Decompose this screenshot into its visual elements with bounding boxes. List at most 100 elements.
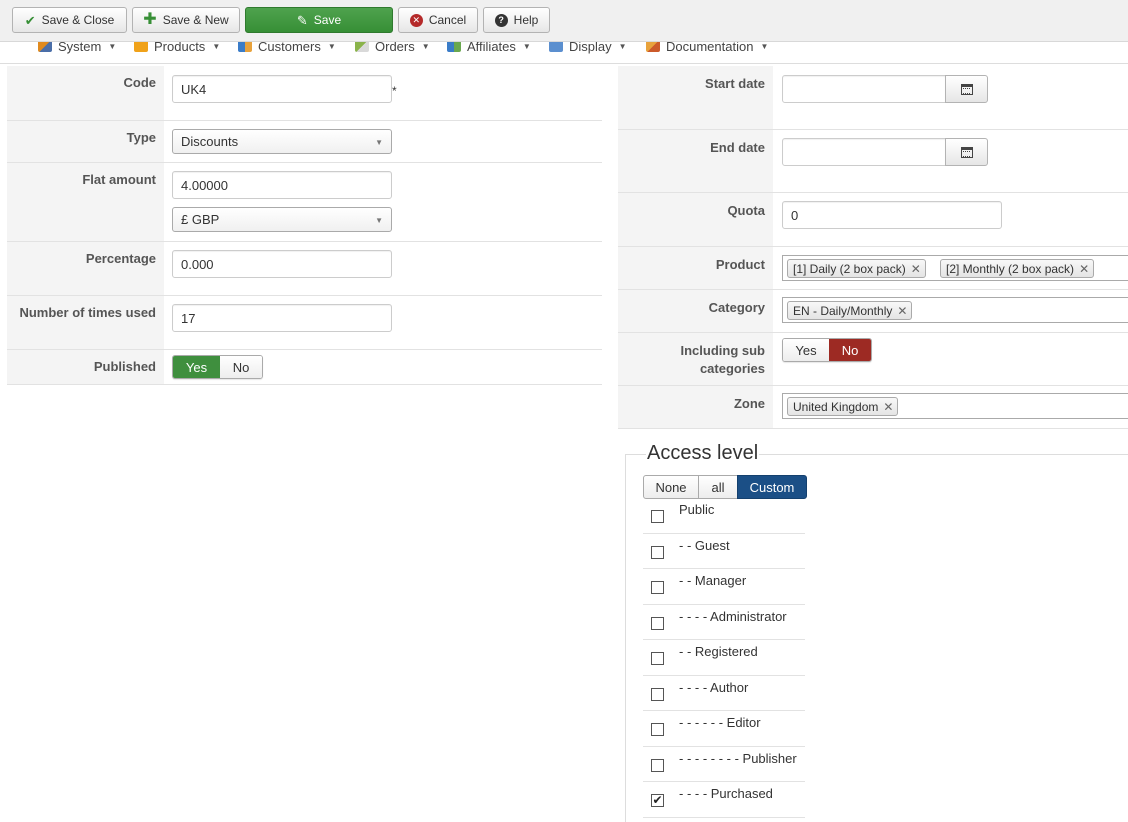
category-multiselect[interactable]: EN - Daily/Monthly ✕ [782,297,1128,323]
start-date-calendar-button[interactable] [945,75,988,103]
access-label: - - - - - - - - Publisher [679,750,797,766]
menu-products[interactable]: Products ▼ [134,42,220,56]
edit-icon: ✎ [296,12,308,28]
flat-amount-row: Flat amount 4.00000 £ GBP ▼ [7,163,602,242]
access-checkbox-guest[interactable] [651,545,664,559]
menu-affiliates[interactable]: Affiliates ▼ [447,42,531,56]
display-icon [549,42,563,52]
percentage-row: Percentage 0.000 [7,242,602,296]
menu-system[interactable]: System ▼ [38,42,116,56]
fieldset-border-left [625,454,626,822]
access-checkbox-registered[interactable] [651,652,664,665]
menu-customers[interactable]: Customers ▼ [238,42,336,56]
including-sub-label: Including sub categories [618,333,773,385]
flat-amount-input[interactable]: 4.00000 [172,171,392,199]
menu-customers-label: Customers [258,42,321,54]
end-date-input[interactable] [782,138,946,166]
remove-icon[interactable]: ✕ [911,262,921,276]
type-row: Type Discounts ▼ [7,121,602,163]
help-label: Help [513,13,539,27]
menu-display[interactable]: Display ▼ [549,42,627,56]
product-chip-label: [1] Daily (2 box pack) [793,261,906,276]
currency-select[interactable]: £ GBP ▼ [172,207,392,232]
users-icon [238,42,252,52]
required-mark: * [392,84,397,98]
menu-documentation-label: Documentation [666,42,754,54]
access-none-button[interactable]: None [643,475,699,499]
access-all-button[interactable]: all [698,475,738,499]
zone-label: Zone [618,386,773,428]
including-sub-yes-button[interactable]: Yes [783,339,829,361]
code-value: UK4 [181,81,207,97]
access-row-registered: - - Registered [643,640,805,676]
save-new-button[interactable]: ✚ Save & New [132,7,240,33]
category-label: Category [618,290,773,332]
start-date-input[interactable] [782,75,946,103]
access-label: Public [679,502,715,517]
access-row-author: - - - - Author [643,676,805,711]
product-label: Product [618,247,773,289]
caret-icon: ▼ [421,42,430,51]
remove-icon[interactable]: ✕ [1079,262,1089,276]
access-row-administrator: - - - - Administrator [643,605,805,640]
access-checkbox-administrator[interactable] [651,616,664,630]
menu-orders[interactable]: Orders ▼ [355,42,430,56]
plus-icon: ✚ [143,11,157,28]
type-select[interactable]: Discounts ▼ [172,129,392,154]
times-used-input[interactable]: 17 [172,304,392,332]
documentation-icon [646,42,660,52]
access-checkbox-author[interactable] [651,687,664,701]
times-used-value: 17 [181,310,196,326]
quota-input[interactable]: 0 [782,201,1002,229]
caret-icon: ▼ [522,42,531,51]
remove-icon[interactable]: ✕ [883,400,893,414]
orders-icon [355,42,369,52]
access-checkbox-public[interactable] [651,510,664,523]
dropdown-arrow-icon: ▼ [375,138,383,147]
cancel-icon: ✕ [409,13,423,27]
published-yes-button[interactable]: Yes [173,356,220,378]
category-chip-label: EN - Daily/Monthly [793,303,893,318]
access-row-guest: - - Guest [643,534,805,569]
save-close-label: Save & Close [41,13,115,27]
published-no-button[interactable]: No [220,356,262,378]
save-new-label: Save & New [162,13,229,27]
access-checkbox-publisher[interactable] [651,758,664,772]
access-row-public: Public [643,498,805,534]
calendar-icon [960,146,973,158]
access-custom-button[interactable]: Custom [737,475,807,499]
menu-products-label: Products [154,42,206,54]
save-close-button[interactable]: ✔ Save & Close [12,7,127,33]
access-row-purchased: ✔ - - - - Purchased [643,782,805,818]
including-sub-no-button[interactable]: No [829,339,871,361]
cancel-button[interactable]: ✕ Cancel [398,7,478,33]
times-used-label: Number of times used [7,296,164,349]
help-icon: ? [494,13,508,27]
percentage-input[interactable]: 0.000 [172,250,392,278]
published-label: Published [7,350,164,384]
zone-multiselect[interactable]: United Kingdom ✕ [782,393,1128,419]
help-button[interactable]: ? Help [483,7,550,33]
menu-documentation[interactable]: Documentation ▼ [646,42,768,56]
end-date-calendar-button[interactable] [945,138,988,166]
percentage-value: 0.000 [181,256,214,272]
save-button[interactable]: ✎ Save [245,7,393,33]
box-icon [134,42,148,52]
code-input[interactable]: UK4 [172,75,392,103]
type-label: Type [7,121,164,162]
access-checkbox-purchased[interactable]: ✔ [651,794,664,807]
access-checkbox-manager[interactable] [651,581,664,594]
flat-amount-value: 4.00000 [181,177,228,193]
product-chip: [2] Monthly (2 box pack) ✕ [940,259,1095,278]
zone-chip: United Kingdom ✕ [787,397,899,416]
access-label: - - Registered [679,644,758,659]
access-checkbox-editor[interactable] [651,723,664,736]
end-date-row: End date [618,130,1128,193]
quota-value: 0 [791,207,799,223]
quota-label: Quota [618,193,773,246]
product-multiselect[interactable]: [1] Daily (2 box pack) ✕ [2] Monthly (2 … [782,255,1128,281]
including-sub-row: Including sub categories Yes No [618,333,1128,386]
remove-icon[interactable]: ✕ [897,304,907,318]
zone-row: Zone United Kingdom ✕ [618,386,1128,429]
including-sub-label-line2: categories [699,361,765,376]
